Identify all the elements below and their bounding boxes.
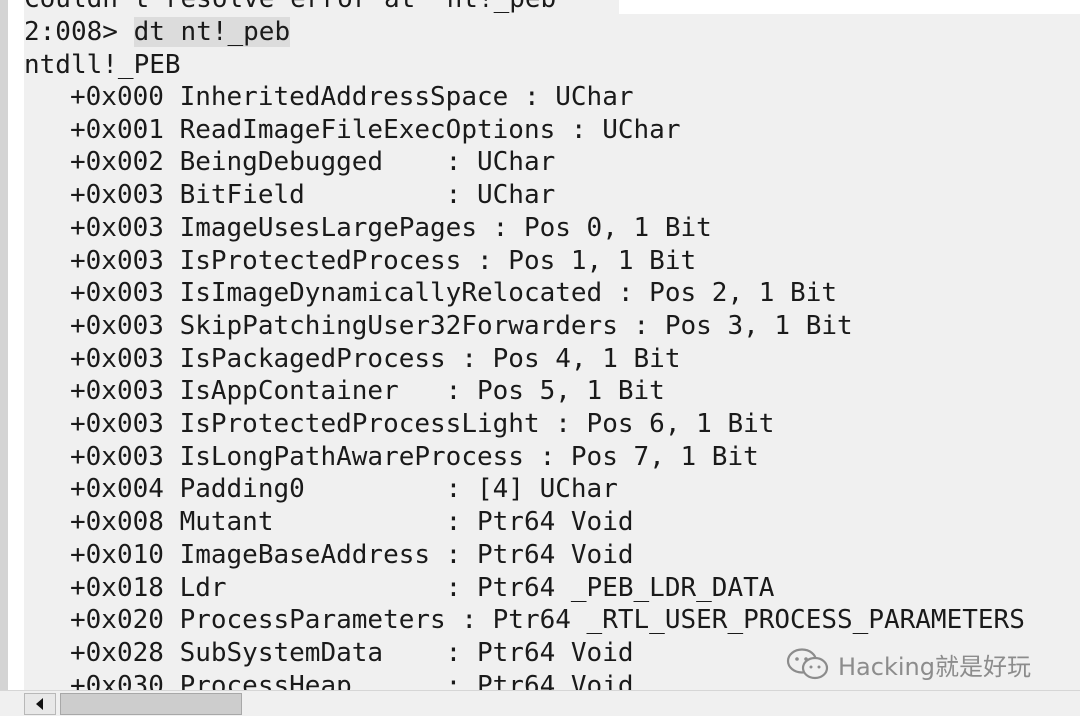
watermark-text: Hacking就是好玩 [838,652,1031,681]
output-top-edge [619,0,1080,14]
field-line: +0x003 IsPackagedProcess : Pos 4, 1 Bit [70,343,681,374]
field-line: +0x003 BitField : UChar [70,180,556,211]
field-line: +0x003 IsAppContainer : Pos 5, 1 Bit [70,376,665,407]
field-line: +0x003 SkipPatchingUser32Forwarders : Po… [70,310,853,341]
prompt: 2:008> [24,17,134,47]
watermark: Hacking就是好玩 [786,646,1031,682]
horizontal-scrollbar[interactable] [0,690,1080,716]
scroll-thumb[interactable] [60,693,242,715]
type-header: ntdll!_PEB [24,50,181,80]
field-line: +0x020 ProcessParameters : Ptr64 _RTL_US… [70,605,1025,636]
field-line: +0x003 IsProtectedProcess : Pos 1, 1 Bit [70,245,697,276]
field-line: +0x008 Mutant : Ptr64 Void [70,507,634,538]
field-line: +0x003 IsImageDynamicallyRelocated : Pos… [70,278,838,309]
field-line: +0x010 ImageBaseAddress : Ptr64 Void [70,539,634,570]
error-line: Couldn't resolve error at 'nt!_peb [24,0,556,15]
field-line: +0x018 Ldr : Ptr64 _PEB_LDR_DATA [70,572,775,603]
field-line: +0x003 IsProtectedProcessLight : Pos 6, … [70,409,775,439]
field-line: +0x004 Padding0 : [4] UChar [70,474,618,505]
command-text: dt nt!_peb [133,17,291,47]
field-line: +0x000 InheritedAddressSpace : UChar [70,82,634,112]
field-line: +0x030 ProcessHeap : Ptr64 Void [70,670,634,690]
scroll-left-button[interactable] [24,693,56,715]
debugger-window: Couldn't resolve error at 'nt!_peb 2:008… [0,0,1080,716]
field-line: +0x003 IsLongPathAwareProcess : Pos 7, 1… [70,441,759,472]
chevron-left-icon [36,698,43,710]
field-line: +0x003 ImageUsesLargePages : Pos 0, 1 Bi… [70,212,712,243]
field-line: +0x001 ReadImageFileExecOptions : UChar [70,114,681,145]
field-line: +0x002 BeingDebugged : UChar [70,147,556,178]
wechat-icon [786,648,829,680]
command-output-pane[interactable]: Couldn't resolve error at 'nt!_peb 2:008… [24,0,1080,690]
field-line: +0x028 SubSystemData : Ptr64 Void [70,637,634,668]
window-left-border [0,0,8,690]
command-line: 2:008> dt nt!_peb [24,16,291,48]
